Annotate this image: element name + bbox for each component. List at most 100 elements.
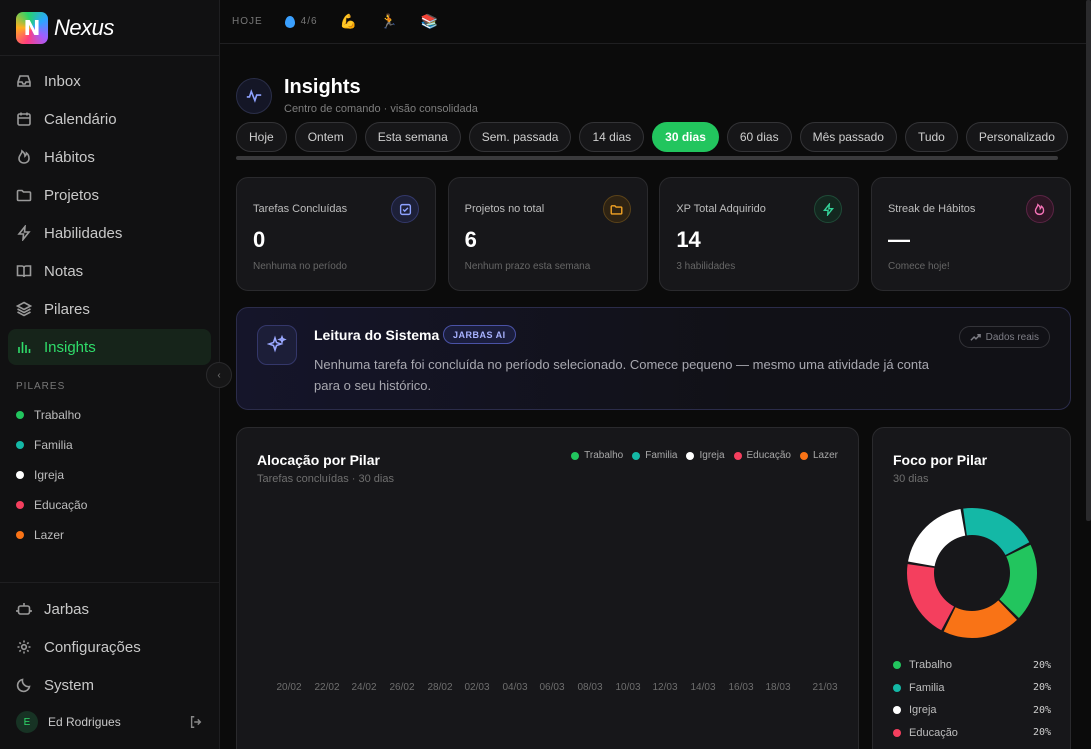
focus-legend-label: Trabalho bbox=[909, 659, 953, 672]
pillar-color-dot bbox=[16, 441, 24, 449]
sidebar-item-habilidades[interactable]: Habilidades bbox=[8, 215, 211, 251]
stat-sub: Nenhuma no período bbox=[253, 261, 347, 272]
today-label: HOJE bbox=[232, 16, 263, 27]
sidebar-item-label: Jarbas bbox=[44, 600, 90, 618]
focus-legend-row: Igreja 20% bbox=[893, 699, 1051, 722]
focus-legend-row: Familia 20% bbox=[893, 677, 1051, 700]
focus-legend-row: Trabalho 20% bbox=[893, 654, 1051, 677]
focus-legend-dot bbox=[893, 661, 901, 670]
sidebar-item-label: Projetos bbox=[44, 186, 100, 204]
gear-icon bbox=[16, 639, 32, 655]
focus-legend-dot bbox=[893, 706, 901, 715]
sidebar-item-habitos[interactable]: Hábitos bbox=[8, 139, 211, 175]
page-scrollbar[interactable] bbox=[1086, 0, 1091, 521]
stat-value: — bbox=[887, 227, 910, 252]
focus-chart-card: Foco por Pilar 30 dias Trabalho 20% Famili… bbox=[872, 427, 1071, 749]
focus-legend-label: Igreja bbox=[909, 704, 937, 717]
sidebar-item-inbox[interactable]: Inbox bbox=[8, 63, 211, 99]
filter-chip[interactable]: Esta semana bbox=[364, 122, 461, 152]
sidebar-item-label: System bbox=[44, 676, 95, 694]
sidebar-item-projetos[interactable]: Projetos bbox=[8, 177, 211, 213]
trend-up-icon bbox=[970, 333, 981, 341]
real-data-label: Dados reais bbox=[985, 331, 1039, 343]
donut-slice[interactable] bbox=[908, 509, 966, 567]
focus-legend-row: Educação 20% bbox=[893, 722, 1051, 745]
sidebar-item-insights[interactable]: Insights bbox=[8, 329, 211, 365]
pillar-label: Lazer bbox=[34, 528, 65, 542]
focus-legend-label: Educação bbox=[909, 726, 958, 739]
sidebar: N Nexus Inbox Calendário Hábitos Projetos Ha… bbox=[0, 0, 220, 749]
donut-slice[interactable] bbox=[907, 564, 955, 631]
habit-strength-icon[interactable]: 💪 bbox=[340, 13, 358, 30]
sidebar-item-config[interactable]: Configurações bbox=[8, 629, 211, 665]
stat-card: Tarefas Concluídas 0 Nenhuma no período bbox=[236, 177, 436, 291]
habit-reading-icon[interactable]: 📚 bbox=[420, 13, 438, 30]
focus-title: Foco por Pilar bbox=[893, 452, 988, 468]
brand[interactable]: N Nexus bbox=[0, 0, 219, 56]
filter-chip[interactable]: Personalizado bbox=[965, 122, 1068, 152]
stat-card: XP Total Adquirido 14 3 habilidades bbox=[659, 177, 860, 291]
real-data-button[interactable]: Dados reais bbox=[958, 326, 1050, 348]
filter-scrollbar[interactable] bbox=[236, 156, 1058, 160]
bar-chart-icon bbox=[16, 339, 32, 355]
sidebar-item-system[interactable]: System bbox=[8, 667, 211, 703]
bolt-icon bbox=[814, 195, 843, 223]
habit-running-icon[interactable]: 🏃 bbox=[380, 13, 398, 30]
filter-chip[interactable]: Sem. passada bbox=[468, 122, 572, 152]
check-square-icon bbox=[391, 195, 419, 223]
flame-icon bbox=[16, 149, 32, 165]
stat-sub: 3 habilidades bbox=[676, 261, 736, 272]
filter-chip[interactable]: Mês passado bbox=[799, 122, 897, 152]
user-row[interactable]: E Ed Rodrigues bbox=[16, 708, 203, 736]
filter-chip[interactable]: 14 dias bbox=[579, 122, 645, 152]
page-title: Insights bbox=[284, 76, 361, 98]
filter-chip[interactable]: Hoje bbox=[236, 122, 287, 152]
sidebar-item-jarbas[interactable]: Jarbas bbox=[8, 591, 211, 627]
filter-chip[interactable]: 60 dias bbox=[726, 122, 792, 152]
water-drop-icon bbox=[284, 15, 295, 28]
pillar-item[interactable]: Familia bbox=[16, 430, 87, 460]
sidebar-item-label: Pilares bbox=[44, 300, 90, 318]
pillar-label: Trabalho bbox=[34, 408, 81, 422]
logout-icon[interactable] bbox=[189, 715, 203, 729]
focus-legend: Trabalho 20% Familia 20% Igreja 20% Educação 20… bbox=[893, 654, 1051, 749]
donut-slice[interactable] bbox=[999, 544, 1037, 618]
avatar: E bbox=[16, 711, 38, 733]
x-tick-label: 16/03 bbox=[728, 682, 754, 693]
water-tracker[interactable]: 4/6 bbox=[284, 15, 318, 28]
sidebar-item-pilares[interactable]: Pilares bbox=[8, 291, 211, 327]
donut-slice[interactable] bbox=[943, 600, 1017, 638]
pillar-item[interactable]: Igreja bbox=[16, 460, 87, 490]
sidebar-item-notas[interactable]: Notas bbox=[8, 253, 211, 289]
focus-legend-dot bbox=[893, 728, 901, 737]
sparkles-icon bbox=[257, 325, 297, 365]
pillar-list: Trabalho Familia Igreja Educação Lazer bbox=[16, 400, 87, 550]
stat-card: Streak de Hábitos — Comece hoje! bbox=[870, 177, 1071, 291]
sidebar-item-calendario[interactable]: Calendário bbox=[8, 101, 211, 137]
filter-chip[interactable]: Tudo bbox=[904, 122, 958, 152]
pulse-icon bbox=[236, 78, 272, 114]
sidebar-item-label: Notas bbox=[44, 262, 84, 280]
stat-card: Projetos no total 6 Nenhum prazo esta sema… bbox=[447, 177, 648, 291]
filter-chip[interactable]: Ontem bbox=[294, 122, 357, 152]
stat-value: 14 bbox=[676, 227, 701, 252]
allocation-x-axis: 20/02 22/02 24/02 26/02 28/02 02/03 04/03 06/03… bbox=[237, 682, 860, 696]
sidebar-item-label: Insights bbox=[44, 338, 96, 356]
pillar-item[interactable]: Lazer bbox=[16, 520, 87, 550]
collapse-sidebar-button[interactable]: ‹ bbox=[206, 362, 232, 388]
folder-icon bbox=[602, 195, 631, 223]
pillar-color-dot bbox=[16, 531, 24, 539]
allocation-bars bbox=[237, 428, 860, 688]
pillar-item[interactable]: Educação bbox=[16, 490, 87, 520]
donut-slice[interactable] bbox=[963, 508, 1030, 556]
stat-cards: Tarefas Concluídas 0 Nenhuma no período Pro… bbox=[236, 177, 1071, 291]
pillar-color-dot bbox=[16, 501, 24, 509]
sidebar-item-label: Hábitos bbox=[44, 148, 95, 166]
pillar-item[interactable]: Trabalho bbox=[16, 400, 87, 430]
sidebar-nav: Inbox Calendário Hábitos Projetos Habilidade… bbox=[8, 63, 211, 367]
x-tick-label: 06/03 bbox=[539, 682, 565, 693]
focus-legend-percent: 20% bbox=[1032, 659, 1051, 671]
sidebar-item-label: Configurações bbox=[44, 638, 141, 656]
pillar-color-dot bbox=[16, 471, 24, 479]
filter-chip[interactable]: 30 dias bbox=[652, 122, 719, 152]
